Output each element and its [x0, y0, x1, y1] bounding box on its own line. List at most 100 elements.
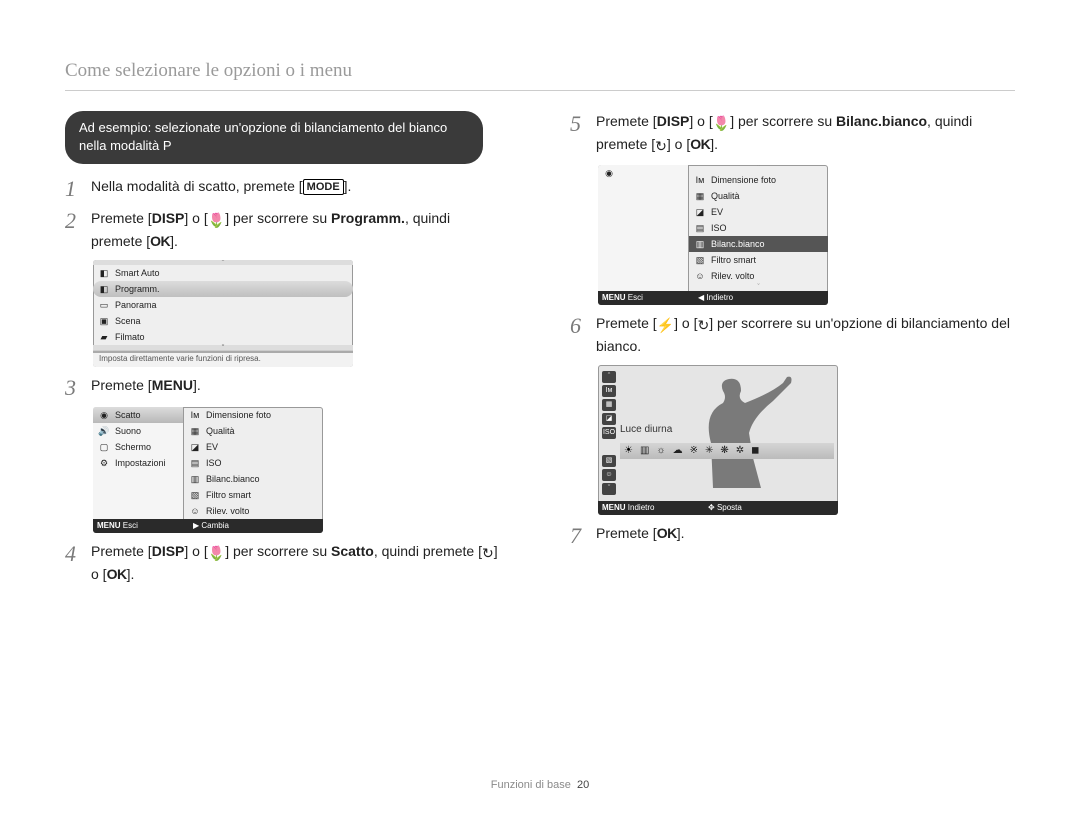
step-text: Nella modalità di scatto, premete [ [91, 178, 303, 194]
ok-button-label: OK [150, 233, 170, 249]
step-text: Premete [ [596, 315, 657, 331]
step-text: ]. [170, 233, 178, 249]
menu-item: ▦Qualità [689, 188, 828, 204]
menu-tab-selected: ◉Scatto [93, 407, 183, 423]
overlay-icon: ˆ [602, 371, 616, 383]
wb-preview-screenshot: ˆ Iᴍ ▦ ◪ ISO ▧ ☺ ˇ Luce diurna ☀ ▥ [598, 365, 838, 515]
page-footer: Funzioni di base 20 [0, 779, 1080, 791]
wb-icon: ▥ [640, 446, 649, 456]
step-text: Premete [ [596, 113, 657, 129]
overlay-icon: Iᴍ [602, 385, 616, 397]
mode-item: ▰Filmato [93, 329, 353, 345]
header-rule [65, 90, 1015, 91]
disp-button-label: DISP [657, 113, 690, 129]
mode-hint: Imposta direttamente varie funzioni di r… [93, 350, 353, 367]
menu-item: ▥Bilanc.bianco [184, 471, 323, 487]
menu-item: ▦Qualità [184, 423, 323, 439]
footer-page-number: 20 [577, 779, 589, 791]
menu-tab: ⚙Impostazioni [93, 455, 183, 471]
step-number: 5 [570, 113, 588, 135]
disp-button-label: DISP [152, 543, 185, 559]
mode-button-label: MODE [303, 179, 344, 195]
macro-icon: 🌷 [713, 113, 730, 134]
step-text: Premete [ [91, 543, 152, 559]
step-text: ]. [193, 377, 201, 393]
ok-button-label: OK [690, 136, 710, 152]
step-2: 2 Premete [DISP] o [🌷] per scorrere su P… [65, 208, 505, 252]
menu-item: ▧Filtro smart [689, 252, 828, 268]
step-text: ] per scorrere su [225, 543, 331, 559]
step-number: 4 [65, 543, 83, 565]
step-text: ] o [ [667, 136, 690, 152]
overlay-icon: ISO [602, 427, 616, 439]
step-number: 3 [65, 377, 83, 399]
wb-label: Luce diurna [620, 425, 672, 435]
menu-item: ◪EV [184, 439, 323, 455]
menu-item: ☺Rilev. volto [689, 268, 828, 284]
step-text: ]. [677, 525, 685, 541]
menu-tab: 🔊Suono [93, 423, 183, 439]
step-text: ]. [710, 136, 718, 152]
step-number: 7 [570, 525, 588, 547]
wb-icon: ✲ [736, 446, 744, 456]
mode-item: ▣Scena [93, 313, 353, 329]
overlay-icon: ˇ [602, 483, 616, 495]
step-4: 4 Premete [DISP] o [🌷] per scorrere su S… [65, 541, 505, 585]
menu-item: ◪EV [689, 204, 828, 220]
mode-item: ▭Panorama [93, 297, 353, 313]
step-3: 3 Premete [MENU]. [65, 375, 505, 399]
mode-item-selected: ◧Programm. [93, 281, 353, 297]
menu-item: IᴍDimensione foto [689, 172, 828, 188]
silhouette-image [653, 373, 813, 488]
step-text: ]. [344, 178, 352, 194]
wb-icon: ❋ [720, 446, 728, 456]
macro-icon: 🌷 [208, 210, 225, 231]
target-mode: Programm. [331, 210, 405, 226]
step-6: 6 Premete [⚡] o [↻] per scorrere su un'o… [570, 313, 1010, 357]
wb-icon: ✳ [705, 446, 713, 456]
target-option: Scatto [331, 543, 374, 559]
footer-section: Funzioni di base [491, 779, 571, 791]
step-text: Premete [ [596, 525, 657, 541]
mode-item: ◧Smart Auto [93, 265, 353, 281]
overlay-icon: ☺ [602, 469, 616, 481]
menu-screenshot-bilanc: ◉ ˆ IᴍDimensione foto ▦Qualità ◪EV ▤ISO … [598, 165, 828, 305]
menu-item: ▤ISO [689, 220, 828, 236]
step-text: ] o [ [184, 543, 207, 559]
wb-icon: ☁ [673, 446, 683, 456]
step-text: ] o [ [674, 315, 697, 331]
timer-icon: ↻ [655, 136, 667, 157]
step-text: , quindi premete [ [374, 543, 482, 559]
menu-button-label: MENU [152, 377, 193, 393]
step-text: ] per scorrere su [730, 113, 836, 129]
step-1: 1 Nella modalità di scatto, premete [MOD… [65, 176, 505, 200]
wb-icon: ◼ [751, 446, 759, 456]
step-number: 6 [570, 315, 588, 337]
menu-item: ▧Filtro smart [184, 487, 323, 503]
step-text: ] o [ [689, 113, 712, 129]
wb-icon-sun: ☀ [624, 446, 633, 456]
step-5: 5 Premete [DISP] o [🌷] per scorrere su B… [570, 111, 1010, 157]
overlay-icon: ▧ [602, 455, 616, 467]
wb-icon: ☼ [656, 446, 665, 456]
ok-button-label: OK [657, 525, 677, 541]
step-text: Premete [ [91, 377, 152, 393]
right-column: 5 Premete [DISP] o [🌷] per scorrere su B… [570, 111, 1010, 585]
menu-item: ☺Rilev. volto [184, 503, 323, 519]
step-text: Premete [ [91, 210, 152, 226]
step-text: ] o [ [184, 210, 207, 226]
step-number: 1 [65, 178, 83, 200]
target-option: Bilanc.bianco [836, 113, 927, 129]
left-column: Ad esempio: selezionate un'opzione di bi… [65, 111, 505, 585]
menu-screenshot-scatto: ◉Scatto 🔊Suono ▢Schermo ⚙Impostazioni Iᴍ… [93, 407, 323, 533]
menu-item: ▤ISO [184, 455, 323, 471]
overlay-icon: ◪ [602, 413, 616, 425]
section-header: Come selezionare le opzioni o i menu [65, 60, 1015, 82]
timer-icon: ↻ [482, 543, 494, 564]
macro-icon: 🌷 [208, 543, 225, 564]
flash-icon: ⚡ [657, 315, 674, 336]
example-box: Ad esempio: selezionate un'opzione di bi… [65, 111, 483, 164]
ok-button-label: OK [107, 566, 127, 582]
wb-icon: ※ [690, 446, 698, 456]
timer-icon: ↻ [698, 315, 710, 336]
